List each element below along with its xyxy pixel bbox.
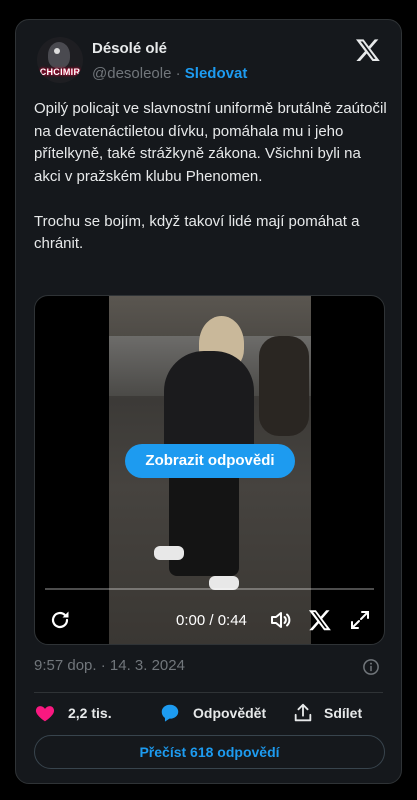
tweet-paragraph-2: Trochu se bojím, když takoví lidé mají p… — [34, 212, 360, 253]
tweet-paragraph-1: Opilý policajt ve slavnostní uniformě br… — [34, 100, 387, 185]
x-logo-video-icon[interactable] — [308, 606, 332, 634]
like-button[interactable]: 2,2 tis. — [34, 702, 144, 724]
author-handle-row: @desoleole · Sledovat — [92, 65, 247, 82]
follow-button[interactable]: Sledovat — [185, 65, 248, 82]
show-replies-button[interactable]: Zobrazit odpovědi — [125, 444, 295, 478]
tweet-card: CHCIMIR Désolé olé @desoleole · Sledovat… — [15, 19, 402, 784]
replay-icon[interactable] — [48, 606, 72, 634]
author-handle[interactable]: @desoleole — [92, 65, 171, 82]
share-icon — [294, 703, 312, 722]
tweet-timestamp[interactable]: 9:57 dop. · 14. 3. 2024 — [34, 657, 185, 674]
share-label: Sdílet — [324, 705, 363, 721]
video-progress-bar[interactable] — [45, 588, 374, 590]
pigeon-icon — [48, 42, 70, 68]
like-count: 2,2 tis. — [68, 705, 112, 721]
read-replies-button[interactable]: Přečíst 618 odpovědí — [34, 735, 385, 769]
heart-icon — [35, 706, 55, 722]
avatar[interactable]: CHCIMIR — [37, 37, 83, 83]
info-icon[interactable] — [362, 658, 380, 676]
volume-icon[interactable] — [269, 606, 293, 634]
video-figure-right — [259, 336, 309, 436]
x-logo-icon[interactable] — [355, 37, 381, 63]
divider — [34, 692, 383, 693]
reply-bubble-icon — [161, 704, 179, 722]
avatar-logo-text: CHCIMIR — [39, 67, 81, 77]
fullscreen-icon[interactable] — [348, 606, 372, 634]
reply-label: Odpovědět — [193, 705, 267, 721]
separator-dot: · — [175, 65, 181, 82]
video-player[interactable]: Zobrazit odpovědi 0:00 / 0:44 — [34, 295, 385, 645]
reply-button[interactable]: Odpovědět — [159, 702, 279, 724]
author-name[interactable]: Désolé olé — [92, 40, 167, 57]
share-button[interactable]: Sdílet — [292, 702, 372, 724]
tweet-text: Opilý policajt ve slavnostní uniformě br… — [34, 98, 389, 278]
video-shoe-left — [154, 546, 184, 560]
video-time: 0:00 / 0:44 — [176, 612, 247, 629]
